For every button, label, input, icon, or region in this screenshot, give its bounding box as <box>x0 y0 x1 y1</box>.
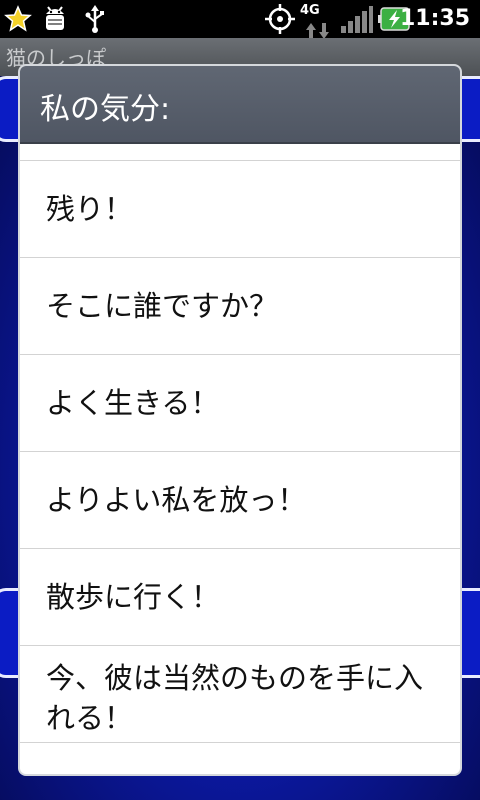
list-item-label: 残り！ <box>46 192 134 226</box>
dialog-title: 私の気分: <box>40 92 171 127</box>
list-item-label: よりよい私を放っ！ <box>46 483 307 517</box>
list-item-label: 散歩に行く！ <box>46 580 221 614</box>
mood-dialog: 私の気分: 残り！ そこに誰ですか？ よく生きる！ よりよい私を放っ！ 散歩に行… <box>20 66 460 774</box>
list-item[interactable]: 散歩に行く！ <box>20 549 460 645</box>
android-debug-icon <box>40 4 70 34</box>
list-item[interactable]: よりよい私を放っ！ <box>20 452 460 548</box>
status-bar: 4G 11:35 <box>0 0 480 39</box>
list-item[interactable]: そこに誰ですか？ <box>20 258 460 354</box>
list-item[interactable]: 今、彼は当然のものを手に入れる！ <box>20 646 460 742</box>
list-item-label: 今、彼は当然のものを手に入れる！ <box>46 661 424 735</box>
mood-list: 残り！ そこに誰ですか？ よく生きる！ よりよい私を放っ！ 散歩に行く！ 今、彼… <box>20 160 460 743</box>
signal-bars-icon <box>340 4 374 34</box>
list-item-label: そこに誰ですか？ <box>46 289 279 323</box>
status-time: 11:35 <box>399 6 470 31</box>
list-item[interactable]: 残り！ <box>20 161 460 257</box>
star-notification-icon <box>4 4 32 34</box>
list-item[interactable]: よく生きる！ <box>20 355 460 451</box>
gps-icon <box>264 4 296 34</box>
usb-icon <box>82 4 108 34</box>
dialog-header: 私の気分: <box>20 66 460 144</box>
list-item-label: よく生きる！ <box>46 386 220 420</box>
list-divider <box>20 742 460 743</box>
